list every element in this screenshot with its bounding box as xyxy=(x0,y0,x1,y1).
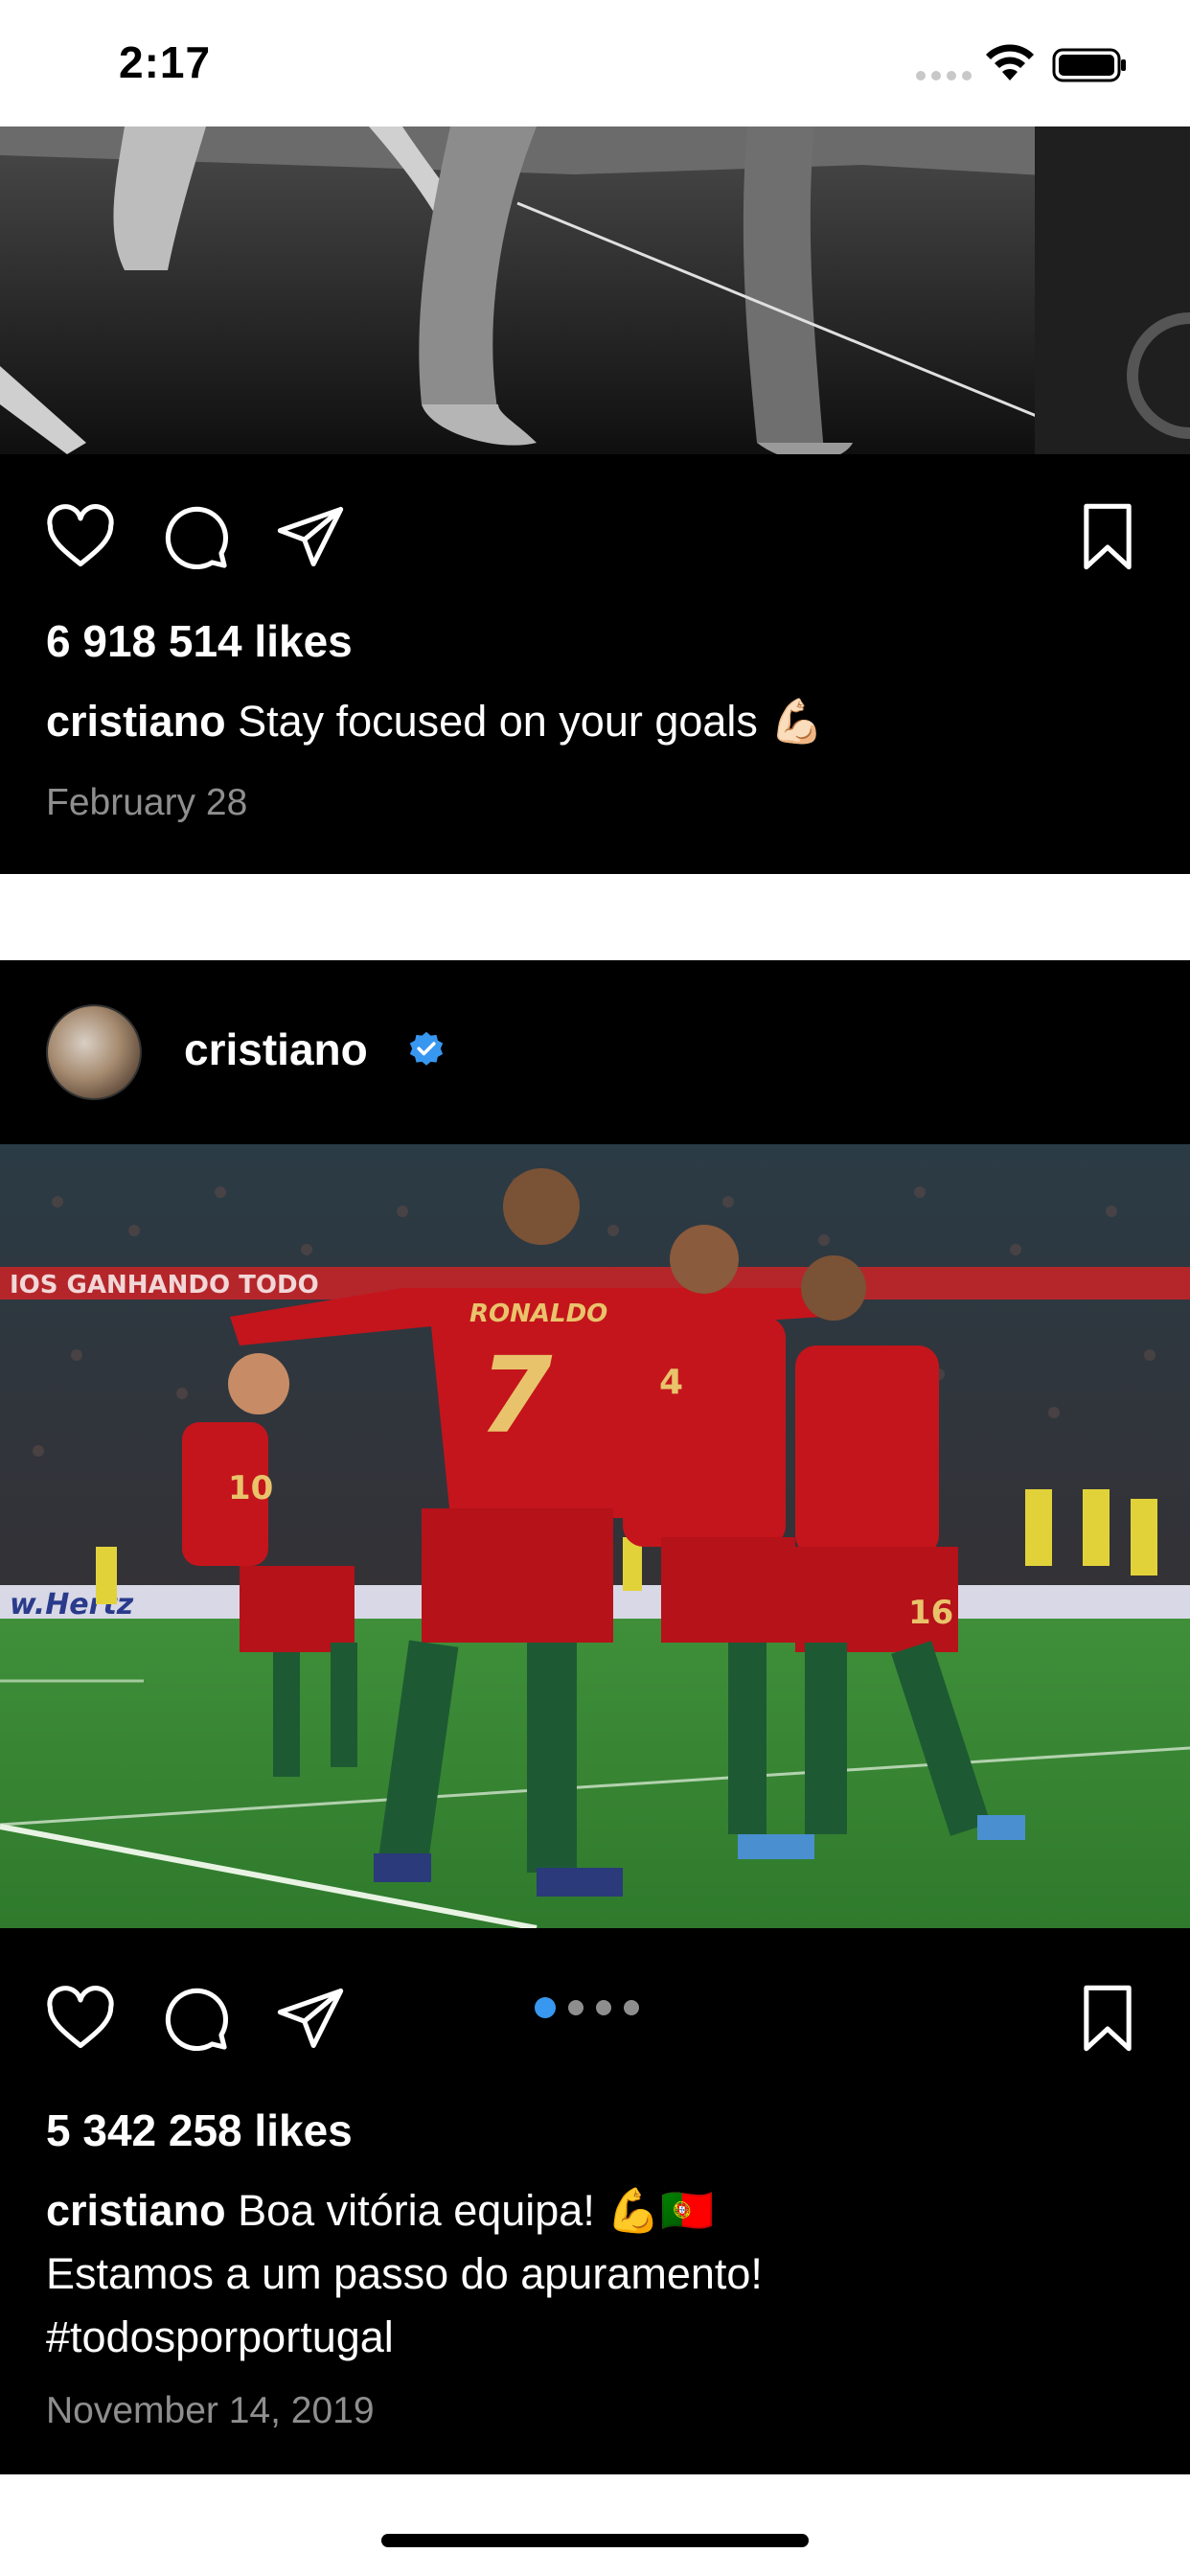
bookmark-icon[interactable] xyxy=(1071,500,1144,573)
carousel-dot-active xyxy=(535,1997,556,2018)
hashtag-link[interactable]: #todosporportugal xyxy=(46,2306,1138,2369)
post-username[interactable]: cristiano xyxy=(184,1024,368,1075)
like-heart-icon[interactable] xyxy=(44,500,117,573)
like-heart-icon[interactable] xyxy=(44,1982,117,2055)
home-indicator[interactable] xyxy=(381,2534,809,2547)
caption-username[interactable]: cristiano xyxy=(46,697,226,746)
bookmark-icon[interactable] xyxy=(1071,1982,1144,2055)
post-caption: cristiano Boa vitória equipa! 💪🇵🇹 Estamo… xyxy=(46,2179,1138,2369)
wifi-icon xyxy=(983,42,1037,84)
likes-count[interactable]: 6 918 514 likes xyxy=(46,615,353,667)
battery-icon xyxy=(1052,46,1129,84)
caption-emoji: 💪🇵🇹 xyxy=(606,2186,715,2235)
feed-separator xyxy=(0,874,1190,960)
status-bar: 2:17 xyxy=(0,0,1190,126)
caption-line-2: Estamos a um passo do apuramento! xyxy=(46,2249,763,2298)
carousel-dot xyxy=(624,2000,639,2015)
carousel-dot xyxy=(596,2000,611,2015)
post-footer: 6 918 514 likes cristiano Stay focused o… xyxy=(0,454,1190,874)
post-date: November 14, 2019 xyxy=(46,2390,375,2431)
share-send-icon[interactable] xyxy=(274,1982,347,2055)
carousel-dot xyxy=(568,2000,584,2015)
verified-badge-icon xyxy=(406,1030,446,1070)
svg-text:RONALDO: RONALDO xyxy=(469,1300,607,1328)
bottom-area xyxy=(0,2474,1190,2576)
svg-text:16: 16 xyxy=(908,1594,953,1632)
svg-text:10: 10 xyxy=(228,1469,273,1507)
post-caption: cristiano Stay focused on your goals 💪🏻 xyxy=(46,690,1138,753)
svg-text:7: 7 xyxy=(479,1334,553,1457)
cellular-signal-icon xyxy=(916,71,972,80)
comment-icon[interactable] xyxy=(159,1982,232,2055)
status-time: 2:17 xyxy=(119,37,212,87)
post-image[interactable] xyxy=(0,126,1190,454)
post-date: February 28 xyxy=(46,782,248,823)
flexed-biceps-emoji: 💪🏻 xyxy=(769,697,824,746)
svg-text:4: 4 xyxy=(659,1363,683,1402)
svg-text:IOS GANHANDO TODO: IOS GANHANDO TODO xyxy=(10,1271,319,1300)
caption-username[interactable]: cristiano xyxy=(46,2186,226,2235)
share-send-icon[interactable] xyxy=(274,500,347,573)
comment-icon[interactable] xyxy=(159,500,232,573)
post-header xyxy=(0,960,1190,1144)
caption-text: Stay focused on your goals xyxy=(238,697,758,746)
post-image[interactable]: IOS GANHANDO TODO w.Hertz 10 RONALDO 7 4… xyxy=(0,1144,1190,1928)
carousel-indicator xyxy=(535,1997,639,2018)
likes-count[interactable]: 5 342 258 likes xyxy=(46,2104,353,2156)
avatar[interactable] xyxy=(46,1004,142,1100)
caption-line-1: Boa vitória equipa! xyxy=(238,2186,595,2235)
